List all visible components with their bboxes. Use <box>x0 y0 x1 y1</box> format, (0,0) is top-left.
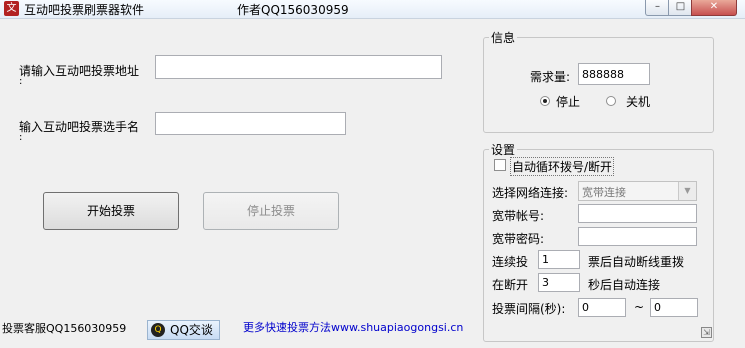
password-input[interactable] <box>578 227 697 246</box>
reconnect-input[interactable] <box>538 273 580 292</box>
url-label-colon: : <box>19 76 23 87</box>
info-group-title: 信息 <box>489 29 518 46</box>
author-text: 作者QQ156030959 <box>237 3 349 17</box>
interval-separator: ~ <box>634 300 645 314</box>
interval-label: 投票间隔(秒): <box>492 302 566 316</box>
resize-grip-icon[interactable]: ⇲ <box>701 327 712 338</box>
chevron-down-icon[interactable]: ▼ <box>678 182 696 200</box>
contestant-name-label: 输入互动吧投票选手名 <box>19 120 140 134</box>
reconnect-suffix: 秒后自动连接 <box>588 278 661 292</box>
network-select-value: 宽带连接 <box>582 186 626 199</box>
title-bar[interactable]: 文 互动吧投票刷票器软件 作者QQ156030959 – □ ✕ <box>0 0 745 19</box>
network-label: 选择网络连接: <box>492 186 569 200</box>
start-vote-button[interactable]: 开始投票 <box>43 192 179 230</box>
qq-penguin-icon: Q <box>151 323 165 337</box>
continuous-input[interactable] <box>538 250 580 269</box>
qq-chat-button[interactable]: Q QQ交谈 <box>147 320 220 340</box>
auto-dial-checkbox[interactable] <box>494 159 506 171</box>
auto-dial-label: 自动循环拨号/断开 <box>510 157 615 176</box>
account-label: 宽带帐号: <box>492 209 545 223</box>
qq-chat-label: QQ交谈 <box>170 323 213 337</box>
continuous-suffix: 票后自动断线重拨 <box>588 255 685 269</box>
demand-input[interactable] <box>578 63 650 85</box>
reconnect-label: 在断开 <box>492 278 529 292</box>
demand-label: 需求量: <box>530 70 571 84</box>
shutdown-radio[interactable] <box>606 96 616 106</box>
stop-radio[interactable] <box>540 96 550 106</box>
close-button[interactable]: ✕ <box>691 0 737 16</box>
contestant-name-input[interactable] <box>155 112 346 135</box>
password-label: 宽带密码: <box>492 232 545 246</box>
url-label: 请输入互动吧投票地址 <box>19 64 140 78</box>
interval-from-input[interactable] <box>578 298 626 317</box>
app-icon[interactable]: 文 <box>4 1 19 16</box>
window-title: 互动吧投票刷票器软件 <box>24 3 145 17</box>
vote-url-input[interactable] <box>155 55 442 79</box>
info-group <box>483 37 714 133</box>
network-select[interactable]: 宽带连接 ▼ <box>578 181 697 201</box>
stop-vote-button[interactable]: 停止投票 <box>203 192 339 230</box>
account-input[interactable] <box>578 204 697 223</box>
continuous-label: 连续投 <box>492 255 529 269</box>
settings-group-title: 设置 <box>489 141 518 158</box>
support-text: 投票客服QQ156030959 <box>2 322 127 335</box>
maximize-button[interactable]: □ <box>668 0 693 16</box>
contestant-name-label-colon: : <box>19 132 23 143</box>
minimize-button[interactable]: – <box>645 0 670 16</box>
more-methods-link[interactable]: 更多快速投票方法www.shuapiaogongsi.cn <box>243 319 463 335</box>
stop-radio-label: 停止 <box>556 95 581 109</box>
interval-to-input[interactable] <box>650 298 698 317</box>
shutdown-radio-label: 关机 <box>626 95 651 109</box>
